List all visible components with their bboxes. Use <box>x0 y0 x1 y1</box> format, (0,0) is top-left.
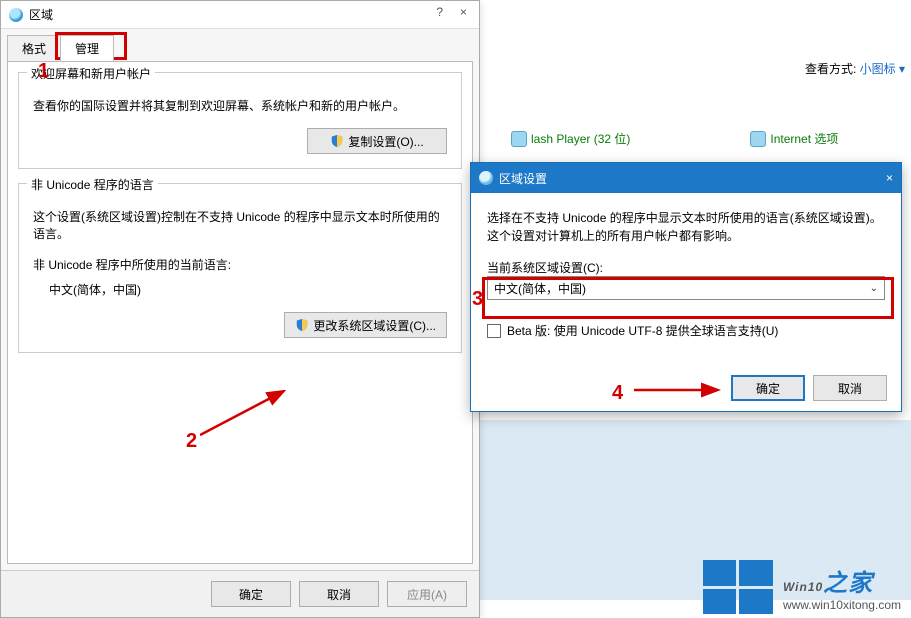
utf8-beta-checkbox[interactable] <box>487 324 501 338</box>
group-non-unicode: 非 Unicode 程序的语言 这个设置(系统区域设置)控制在不支持 Unico… <box>18 183 462 353</box>
ok-button[interactable]: 确定 <box>211 581 291 607</box>
shield-icon <box>295 318 309 332</box>
dialog-title: 区域 <box>29 6 53 23</box>
tab-admin[interactable]: 管理 <box>60 35 114 61</box>
link-flash-player[interactable]: lash Player (32 位) <box>511 130 630 147</box>
cancel-button[interactable]: 取消 <box>813 375 887 401</box>
globe-icon <box>9 8 23 22</box>
help-button[interactable]: ? <box>430 1 449 23</box>
current-language-value: 中文(简体，中国) <box>49 281 447 298</box>
link-label: lash Player (32 位) <box>531 130 630 147</box>
flash-icon <box>511 131 527 147</box>
globe-icon <box>750 131 766 147</box>
region-settings-modal: 区域设置 × 选择在不支持 Unicode 的程序中显示文本时所使用的语言(系统… <box>470 162 902 412</box>
button-label: 更改系统区域设置(C)... <box>313 317 436 334</box>
watermark: Win10之家 www.win10xitong.com <box>703 560 901 614</box>
cancel-button[interactable]: 取消 <box>299 581 379 607</box>
copy-settings-button[interactable]: 复制设置(O)... <box>307 128 447 154</box>
group-legend: 欢迎屏幕和新用户帐户 <box>27 65 155 82</box>
checkbox-label: Beta 版: 使用 Unicode UTF-8 提供全球语言支持(U) <box>507 322 778 339</box>
link-label: Internet 选项 <box>770 130 838 147</box>
view-mode-label: 查看方式: <box>805 62 856 76</box>
close-button[interactable]: × <box>886 171 893 185</box>
group-description: 查看你的国际设置并将其复制到欢迎屏幕、系统帐户和新的用户帐户。 <box>33 93 447 128</box>
modal-title: 区域设置 <box>499 170 547 187</box>
current-language-label: 非 Unicode 程序中所使用的当前语言: <box>33 256 447 273</box>
close-button[interactable]: × <box>454 1 473 23</box>
combo-value: 中文(简体，中国) <box>494 280 586 297</box>
group-description: 这个设置(系统区域设置)控制在不支持 Unicode 的程序中显示文本时所使用的… <box>33 204 447 256</box>
watermark-url: www.win10xitong.com <box>783 598 901 612</box>
apply-button: 应用(A) <box>387 581 467 607</box>
group-welcome-screen: 欢迎屏幕和新用户帐户 查看你的国际设置并将其复制到欢迎屏幕、系统帐户和新的用户帐… <box>18 72 462 169</box>
link-internet-options[interactable]: Internet 选项 <box>750 130 838 147</box>
button-label: 复制设置(O)... <box>348 133 423 150</box>
ok-button[interactable]: 确定 <box>731 375 805 401</box>
system-locale-combobox[interactable]: 中文(简体，中国) ⌄ <box>487 276 885 300</box>
windows-logo-icon <box>703 560 773 614</box>
globe-icon <box>479 171 493 185</box>
change-system-locale-button[interactable]: 更改系统区域设置(C)... <box>284 312 447 338</box>
shield-icon <box>330 134 344 148</box>
modal-description: 选择在不支持 Unicode 的程序中显示文本时所使用的语言(系统区域设置)。这… <box>487 209 885 245</box>
view-mode-dropdown[interactable]: 小图标 ▾ <box>860 62 905 76</box>
region-dialog: 区域 ? × 格式 管理 欢迎屏幕和新用户帐户 查看你的国际设置并将其复制到欢迎… <box>0 0 480 618</box>
combo-label: 当前系统区域设置(C): <box>487 259 885 276</box>
chevron-down-icon: ⌄ <box>870 283 878 294</box>
group-legend: 非 Unicode 程序的语言 <box>27 176 158 193</box>
tab-format[interactable]: 格式 <box>7 35 61 61</box>
